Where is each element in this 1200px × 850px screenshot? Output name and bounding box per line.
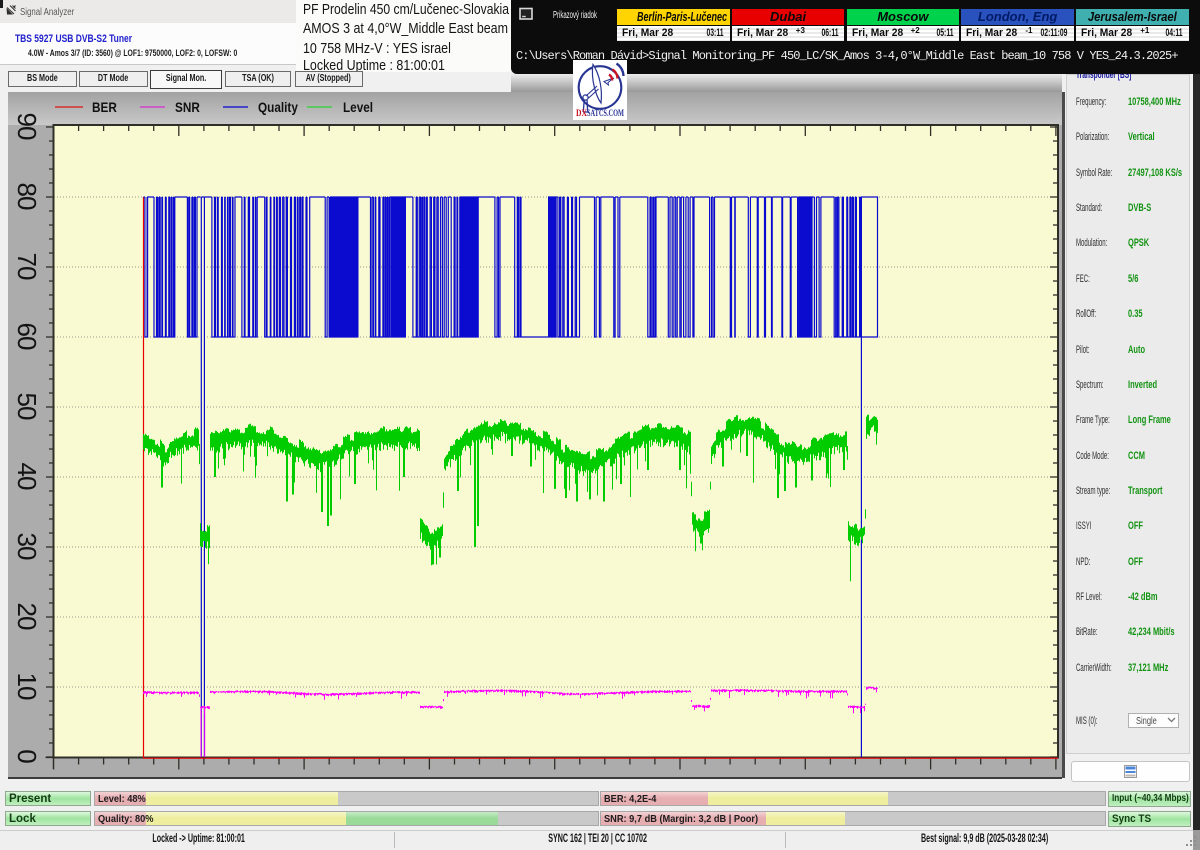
svg-text:DX: DX — [576, 108, 587, 118]
svg-text:SATCS.COM: SATCS.COM — [587, 108, 624, 118]
